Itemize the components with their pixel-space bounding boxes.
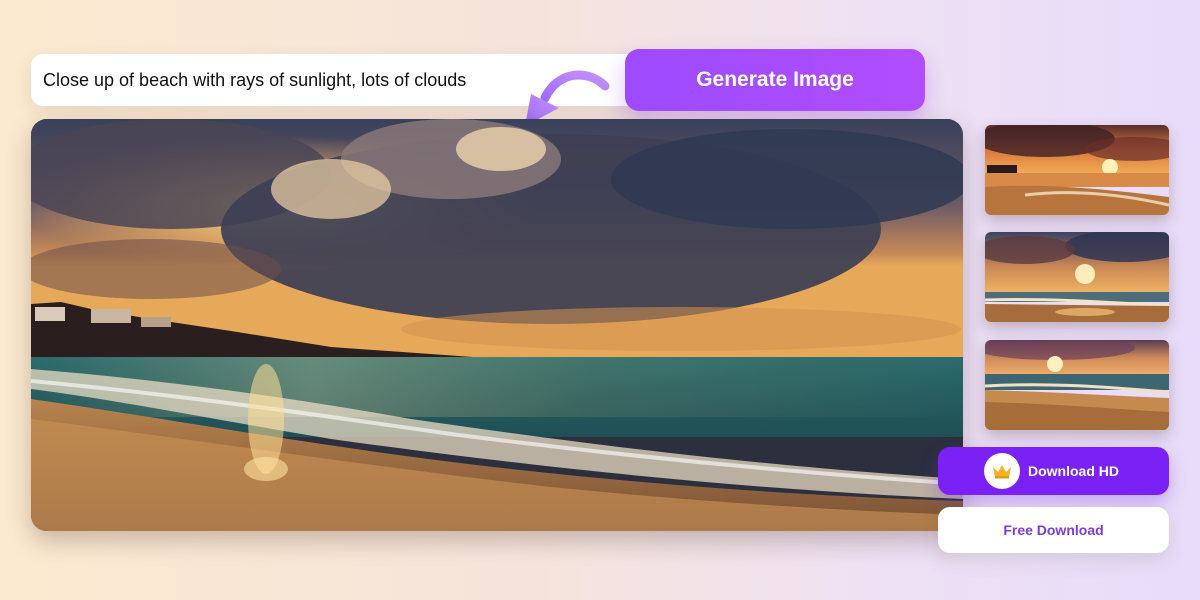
crown-icon	[993, 465, 1011, 479]
beach-sunset-variant-1	[985, 125, 1169, 215]
beach-sunset-variant-3	[985, 340, 1169, 430]
generated-beach-image	[31, 119, 963, 531]
download-hd-label: Download HD	[1028, 463, 1119, 479]
thumbnail-3[interactable]	[985, 340, 1169, 430]
thumbnail-2[interactable]	[985, 232, 1169, 322]
beach-sunset-variant-2	[985, 232, 1169, 322]
generated-image[interactable]	[31, 119, 963, 531]
generate-image-label: Generate Image	[696, 68, 854, 91]
crown-badge	[984, 453, 1020, 489]
free-download-button[interactable]: Free Download	[938, 507, 1169, 553]
generate-image-button[interactable]: Generate Image	[625, 49, 925, 111]
thumbnail-1[interactable]	[985, 125, 1169, 215]
free-download-label: Free Download	[1003, 522, 1104, 538]
download-hd-button[interactable]: Download HD	[938, 447, 1169, 495]
